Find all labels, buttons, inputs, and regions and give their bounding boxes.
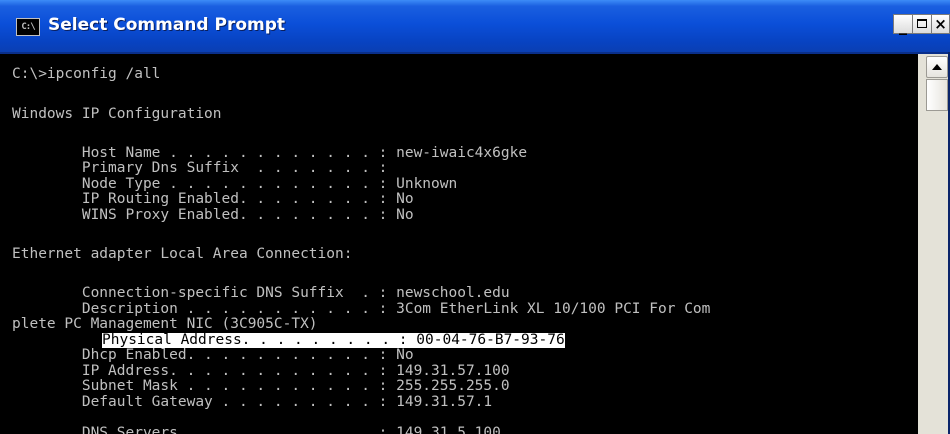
console-line-dhcp: Dhcp Enabled. . . . . . . . . . . : No: [12, 347, 414, 363]
selected-text[interactable]: Physical Address. . . . . . . . . : 00-0…: [102, 333, 565, 348]
maximize-icon: [917, 19, 927, 28]
console-output[interactable]: C:\>ipconfig /all Windows IP Configurati…: [0, 54, 918, 434]
arrow-up-icon: [932, 64, 942, 70]
minimize-button[interactable]: _: [893, 14, 913, 35]
command-prompt-window: C:\ Select Command Prompt _ × C:\>ipconf…: [0, 0, 950, 434]
maximize-button[interactable]: [912, 14, 932, 34]
scroll-up-button[interactable]: [926, 56, 948, 78]
console-line-description-wrap: plete PC Management NIC (3C905C-TX): [12, 316, 318, 332]
console-line-description: Description . . . . . . . . . . . : 3Com…: [12, 301, 711, 317]
console-line-command: C:\>ipconfig /all: [12, 66, 161, 82]
console-line-node-type: Node Type . . . . . . . . . . . . : Unkn…: [12, 176, 458, 192]
console-line-ip-routing: IP Routing Enabled. . . . . . . . : No: [12, 191, 414, 207]
console-line-subnet-mask: Subnet Mask . . . . . . . . . . . : 255.…: [12, 378, 510, 394]
console-line-adapter-heading: Ethernet adapter Local Area Connection:: [12, 246, 353, 262]
vertical-scrollbar[interactable]: [918, 54, 950, 434]
scroll-thumb[interactable]: [926, 79, 948, 111]
console-line-physical-indent: [12, 333, 82, 348]
command-prompt-icon[interactable]: C:\: [16, 18, 40, 36]
console-line-host-name: Host Name . . . . . . . . . . . . : new-…: [12, 145, 528, 161]
title-bar[interactable]: C:\ Select Command Prompt _ ×: [0, 0, 950, 54]
console-line-dns-suffix: Primary Dns Suffix . . . . . . . :: [12, 160, 388, 176]
console-line-heading: Windows IP Configuration: [12, 106, 222, 122]
console-line-wins-proxy: WINS Proxy Enabled. . . . . . . . : No: [12, 207, 414, 223]
close-button[interactable]: ×: [931, 14, 950, 34]
console-line-default-gateway: Default Gateway . . . . . . . . . : 149.…: [12, 394, 493, 410]
console-line-dns-servers: DNS Servers . . . . . . . . . . . : 149.…: [12, 425, 501, 434]
console-line-ip-address: IP Address. . . . . . . . . . . . : 149.…: [12, 363, 510, 379]
console-line-connection-dns: Connection-specific DNS Suffix . : newsc…: [12, 285, 510, 301]
window-title: Select Command Prompt: [48, 15, 286, 35]
